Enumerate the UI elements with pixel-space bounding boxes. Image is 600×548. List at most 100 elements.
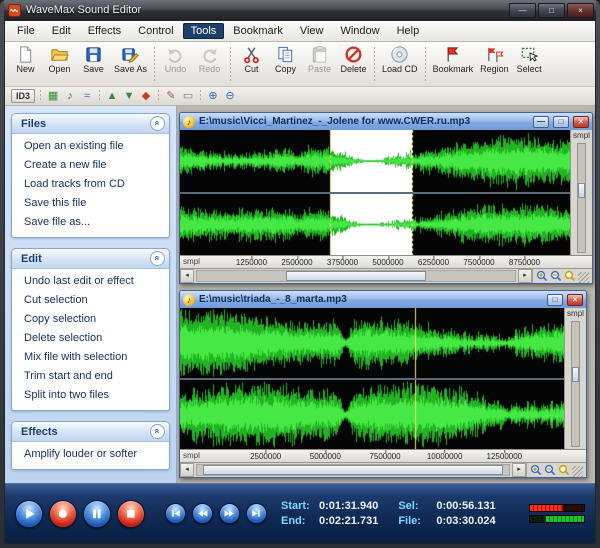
sidebar-item[interactable]: Cut selection bbox=[12, 291, 169, 310]
toolbar-bookmark-button[interactable]: Bookmark bbox=[430, 44, 477, 76]
wave-icon[interactable]: ≈ bbox=[80, 89, 94, 103]
zoom-in-icon[interactable]: ⊕ bbox=[206, 89, 220, 103]
doc-maximize-button[interactable]: □ bbox=[553, 116, 569, 128]
toolbar-paste-button[interactable]: Paste bbox=[303, 44, 336, 76]
zoom-out-icon[interactable]: ⊖ bbox=[223, 89, 237, 103]
vertical-scrollbar[interactable] bbox=[577, 143, 586, 253]
pencil-icon[interactable]: ✎ bbox=[164, 89, 178, 103]
stop-button[interactable] bbox=[117, 500, 145, 528]
menu-file[interactable]: File bbox=[9, 23, 43, 39]
collapse-chevron-icon[interactable]: « bbox=[150, 116, 165, 131]
sidebar-item[interactable]: Trim start and end bbox=[12, 367, 169, 386]
window-maximize-button[interactable]: □ bbox=[538, 3, 565, 18]
toolbar-redo-button[interactable]: Redo bbox=[193, 44, 226, 76]
menu-window[interactable]: Window bbox=[332, 23, 387, 39]
toolbar-region-button[interactable]: Region bbox=[477, 44, 512, 76]
grid-icon[interactable]: ▦ bbox=[46, 89, 60, 103]
scroll-thumb[interactable] bbox=[286, 271, 426, 281]
sidebar-item[interactable]: Create a new file bbox=[12, 156, 169, 175]
sidebar-item[interactable]: Split into two files bbox=[12, 386, 169, 405]
menu-tools[interactable]: Tools bbox=[183, 23, 225, 39]
zoom-out-icon[interactable] bbox=[550, 270, 562, 282]
scroll-left-button[interactable]: ◂ bbox=[180, 463, 194, 477]
play-button[interactable] bbox=[15, 500, 43, 528]
doc-close-button[interactable]: × bbox=[573, 116, 589, 128]
sidebar-item[interactable]: Open an existing file bbox=[12, 137, 169, 156]
ruler-ticks: 2500000500000075000001000000012500000 bbox=[206, 450, 564, 462]
sidebar-item[interactable]: Undo last edit or effect bbox=[12, 272, 169, 291]
menu-effects[interactable]: Effects bbox=[80, 23, 129, 39]
sidebar-item[interactable]: Save file as... bbox=[12, 213, 169, 232]
toolbar-copy-button[interactable]: Copy bbox=[269, 44, 302, 76]
menu-help[interactable]: Help bbox=[389, 23, 428, 39]
sidebar-item[interactable]: Save this file bbox=[12, 194, 169, 213]
waveform-channel-left[interactable] bbox=[180, 130, 570, 192]
toolbar-button-label: Bookmark bbox=[433, 64, 474, 75]
window-close-button[interactable]: × bbox=[567, 3, 594, 18]
toolbar-undo-button[interactable]: Undo bbox=[159, 44, 192, 76]
waveform-channel-left[interactable] bbox=[180, 308, 564, 378]
panel-header[interactable]: Files« bbox=[12, 114, 169, 134]
menu-control[interactable]: Control bbox=[130, 23, 181, 39]
id3-button[interactable]: ID3 bbox=[11, 89, 35, 103]
panel-header[interactable]: Edit« bbox=[12, 249, 169, 269]
sidebar-item[interactable]: Amplify louder or softer bbox=[12, 445, 169, 464]
window-minimize-button[interactable]: — bbox=[509, 3, 536, 18]
sidebar-item[interactable]: Load tracks from CD bbox=[12, 175, 169, 194]
eraser-icon[interactable]: ▭ bbox=[181, 89, 195, 103]
flag-down-icon[interactable]: ▼ bbox=[122, 89, 136, 103]
waveform-channel-right[interactable] bbox=[180, 194, 570, 256]
record-button[interactable] bbox=[49, 500, 77, 528]
scroll-left-button[interactable]: ◂ bbox=[180, 269, 194, 283]
scroll-right-button[interactable]: ▸ bbox=[518, 269, 532, 283]
sidebar-item[interactable]: Mix file with selection bbox=[12, 348, 169, 367]
toolbar-cut-button[interactable]: Cut bbox=[235, 44, 268, 76]
panel-header[interactable]: Effects« bbox=[12, 422, 169, 442]
pause-button[interactable] bbox=[83, 500, 111, 528]
scroll-track[interactable] bbox=[196, 270, 516, 282]
zoom-fit-icon[interactable] bbox=[558, 464, 570, 476]
note-icon[interactable]: ♪ bbox=[63, 89, 77, 103]
collapse-chevron-icon[interactable]: « bbox=[150, 251, 165, 266]
doc-close-button[interactable]: × bbox=[567, 294, 583, 306]
bookmark-flag-icon bbox=[443, 45, 462, 64]
toolbar-new-button[interactable]: New bbox=[9, 44, 42, 76]
toolbar-select-button[interactable]: Select bbox=[513, 44, 546, 76]
doc-titlebar[interactable]: ♪E:\music\triada_-_8_marta.mp3□× bbox=[180, 291, 586, 308]
zoom-in-icon[interactable] bbox=[536, 270, 548, 282]
rewind-button[interactable] bbox=[192, 503, 213, 524]
scroll-track[interactable] bbox=[196, 464, 510, 476]
skip-start-button[interactable] bbox=[165, 503, 186, 524]
waveform-channel-right[interactable] bbox=[180, 380, 564, 450]
sidebar-item[interactable]: Delete selection bbox=[12, 329, 169, 348]
vertical-scrollbar-thumb[interactable] bbox=[572, 367, 579, 382]
vertical-scrollbar[interactable] bbox=[571, 321, 580, 447]
doc-maximize-button[interactable]: □ bbox=[547, 294, 563, 306]
toolbar-delete-button[interactable]: Delete bbox=[337, 44, 370, 76]
marker-icon[interactable]: ◆ bbox=[139, 89, 153, 103]
toolbar-separator bbox=[230, 47, 231, 83]
toolbar-save-as-button[interactable]: Save As bbox=[111, 44, 150, 76]
toolbar-open-button[interactable]: Open bbox=[43, 44, 76, 76]
collapse-chevron-icon[interactable]: « bbox=[150, 424, 165, 439]
flag-up-icon[interactable]: ▲ bbox=[105, 89, 119, 103]
sidebar-item[interactable]: Copy selection bbox=[12, 310, 169, 329]
skip-end-button[interactable] bbox=[246, 503, 267, 524]
menu-bookmark[interactable]: Bookmark bbox=[225, 23, 291, 39]
doc-minimize-button[interactable]: — bbox=[533, 116, 549, 128]
resize-grip[interactable] bbox=[578, 272, 589, 283]
vertical-scrollbar-thumb[interactable] bbox=[578, 183, 585, 198]
toolbar-save-button[interactable]: Save bbox=[77, 44, 110, 76]
doc-titlebar[interactable]: ♪E:\music\Vicci_Martinez_-_Jolene for ww… bbox=[180, 113, 592, 130]
zoom-fit-icon[interactable] bbox=[564, 270, 576, 282]
menu-view[interactable]: View bbox=[292, 23, 332, 39]
menu-edit[interactable]: Edit bbox=[44, 23, 79, 39]
scroll-right-button[interactable]: ▸ bbox=[512, 463, 526, 477]
resize-grip[interactable] bbox=[572, 466, 583, 477]
timeline-ruler: smpl125000025000003750000500000062500007… bbox=[180, 255, 592, 268]
scroll-thumb[interactable] bbox=[203, 465, 503, 475]
fast-forward-button[interactable] bbox=[219, 503, 240, 524]
toolbar-load-cd-button[interactable]: Load CD bbox=[379, 44, 421, 76]
zoom-in-icon[interactable] bbox=[530, 464, 542, 476]
zoom-out-icon[interactable] bbox=[544, 464, 556, 476]
